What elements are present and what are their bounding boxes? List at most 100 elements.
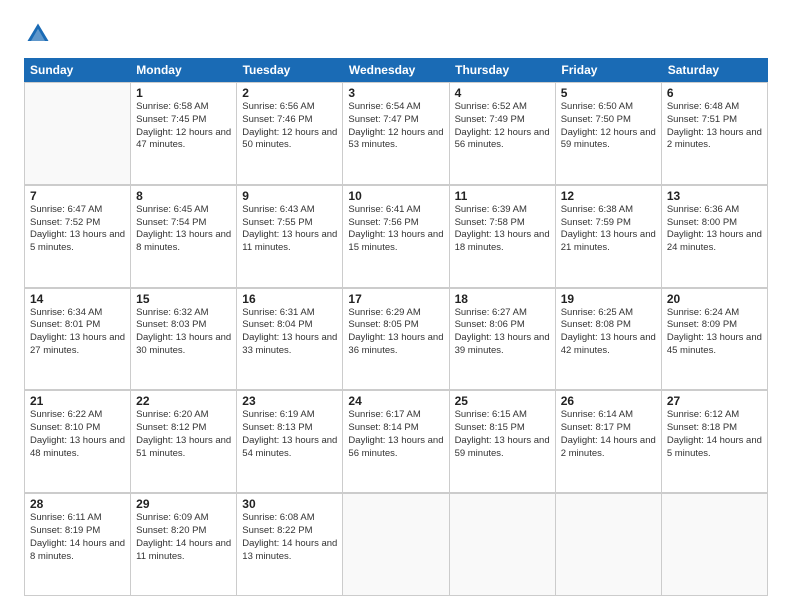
calendar-body: 1Sunrise: 6:58 AM Sunset: 7:45 PM Daylig… bbox=[24, 82, 768, 596]
day-number: 8 bbox=[136, 189, 231, 203]
calendar-cell: 16Sunrise: 6:31 AM Sunset: 8:04 PM Dayli… bbox=[237, 289, 343, 391]
day-info: Sunrise: 6:54 AM Sunset: 7:47 PM Dayligh… bbox=[348, 101, 443, 152]
day-info: Sunrise: 6:27 AM Sunset: 8:06 PM Dayligh… bbox=[455, 307, 550, 358]
day-info: Sunrise: 6:25 AM Sunset: 8:08 PM Dayligh… bbox=[561, 307, 656, 358]
calendar-header-cell: Saturday bbox=[662, 58, 768, 82]
calendar-cell: 13Sunrise: 6:36 AM Sunset: 8:00 PM Dayli… bbox=[662, 186, 768, 288]
calendar-cell bbox=[556, 494, 662, 596]
calendar-header-cell: Sunday bbox=[24, 58, 130, 82]
calendar-cell: 20Sunrise: 6:24 AM Sunset: 8:09 PM Dayli… bbox=[662, 289, 768, 391]
calendar-header-cell: Tuesday bbox=[237, 58, 343, 82]
calendar-cell: 2Sunrise: 6:56 AM Sunset: 7:46 PM Daylig… bbox=[237, 83, 343, 185]
day-info: Sunrise: 6:32 AM Sunset: 8:03 PM Dayligh… bbox=[136, 307, 231, 358]
day-number: 3 bbox=[348, 86, 443, 100]
calendar: SundayMondayTuesdayWednesdayThursdayFrid… bbox=[24, 58, 768, 596]
day-number: 20 bbox=[667, 292, 762, 306]
calendar-cell: 15Sunrise: 6:32 AM Sunset: 8:03 PM Dayli… bbox=[131, 289, 237, 391]
calendar-week: 7Sunrise: 6:47 AM Sunset: 7:52 PM Daylig… bbox=[24, 185, 768, 288]
day-number: 23 bbox=[242, 394, 337, 408]
day-info: Sunrise: 6:22 AM Sunset: 8:10 PM Dayligh… bbox=[30, 409, 125, 460]
logo-icon bbox=[24, 20, 52, 48]
calendar-cell: 14Sunrise: 6:34 AM Sunset: 8:01 PM Dayli… bbox=[25, 289, 131, 391]
calendar-cell: 8Sunrise: 6:45 AM Sunset: 7:54 PM Daylig… bbox=[131, 186, 237, 288]
day-number: 1 bbox=[136, 86, 231, 100]
calendar-cell: 17Sunrise: 6:29 AM Sunset: 8:05 PM Dayli… bbox=[343, 289, 449, 391]
day-number: 13 bbox=[667, 189, 762, 203]
day-info: Sunrise: 6:29 AM Sunset: 8:05 PM Dayligh… bbox=[348, 307, 443, 358]
calendar-cell: 6Sunrise: 6:48 AM Sunset: 7:51 PM Daylig… bbox=[662, 83, 768, 185]
day-number: 11 bbox=[455, 189, 550, 203]
calendar-cell: 1Sunrise: 6:58 AM Sunset: 7:45 PM Daylig… bbox=[131, 83, 237, 185]
day-info: Sunrise: 6:41 AM Sunset: 7:56 PM Dayligh… bbox=[348, 204, 443, 255]
calendar-cell: 19Sunrise: 6:25 AM Sunset: 8:08 PM Dayli… bbox=[556, 289, 662, 391]
day-info: Sunrise: 6:34 AM Sunset: 8:01 PM Dayligh… bbox=[30, 307, 125, 358]
calendar-cell bbox=[662, 494, 768, 596]
calendar-cell: 3Sunrise: 6:54 AM Sunset: 7:47 PM Daylig… bbox=[343, 83, 449, 185]
day-info: Sunrise: 6:39 AM Sunset: 7:58 PM Dayligh… bbox=[455, 204, 550, 255]
day-number: 30 bbox=[242, 497, 337, 511]
calendar-header: SundayMondayTuesdayWednesdayThursdayFrid… bbox=[24, 58, 768, 82]
calendar-cell: 26Sunrise: 6:14 AM Sunset: 8:17 PM Dayli… bbox=[556, 391, 662, 493]
day-info: Sunrise: 6:38 AM Sunset: 7:59 PM Dayligh… bbox=[561, 204, 656, 255]
calendar-cell: 27Sunrise: 6:12 AM Sunset: 8:18 PM Dayli… bbox=[662, 391, 768, 493]
day-info: Sunrise: 6:50 AM Sunset: 7:50 PM Dayligh… bbox=[561, 101, 656, 152]
day-number: 17 bbox=[348, 292, 443, 306]
calendar-header-cell: Friday bbox=[555, 58, 661, 82]
day-info: Sunrise: 6:24 AM Sunset: 8:09 PM Dayligh… bbox=[667, 307, 762, 358]
calendar-cell: 5Sunrise: 6:50 AM Sunset: 7:50 PM Daylig… bbox=[556, 83, 662, 185]
day-info: Sunrise: 6:58 AM Sunset: 7:45 PM Dayligh… bbox=[136, 101, 231, 152]
day-number: 24 bbox=[348, 394, 443, 408]
calendar-cell: 9Sunrise: 6:43 AM Sunset: 7:55 PM Daylig… bbox=[237, 186, 343, 288]
calendar-cell: 28Sunrise: 6:11 AM Sunset: 8:19 PM Dayli… bbox=[25, 494, 131, 596]
day-number: 12 bbox=[561, 189, 656, 203]
calendar-week: 28Sunrise: 6:11 AM Sunset: 8:19 PM Dayli… bbox=[24, 493, 768, 596]
day-info: Sunrise: 6:20 AM Sunset: 8:12 PM Dayligh… bbox=[136, 409, 231, 460]
day-number: 19 bbox=[561, 292, 656, 306]
calendar-cell: 10Sunrise: 6:41 AM Sunset: 7:56 PM Dayli… bbox=[343, 186, 449, 288]
calendar-cell: 12Sunrise: 6:38 AM Sunset: 7:59 PM Dayli… bbox=[556, 186, 662, 288]
calendar-week: 21Sunrise: 6:22 AM Sunset: 8:10 PM Dayli… bbox=[24, 390, 768, 493]
day-info: Sunrise: 6:31 AM Sunset: 8:04 PM Dayligh… bbox=[242, 307, 337, 358]
day-number: 14 bbox=[30, 292, 125, 306]
calendar-cell: 24Sunrise: 6:17 AM Sunset: 8:14 PM Dayli… bbox=[343, 391, 449, 493]
day-number: 16 bbox=[242, 292, 337, 306]
day-number: 9 bbox=[242, 189, 337, 203]
day-info: Sunrise: 6:19 AM Sunset: 8:13 PM Dayligh… bbox=[242, 409, 337, 460]
calendar-cell bbox=[450, 494, 556, 596]
day-number: 18 bbox=[455, 292, 550, 306]
calendar-week: 1Sunrise: 6:58 AM Sunset: 7:45 PM Daylig… bbox=[24, 82, 768, 185]
calendar-cell: 22Sunrise: 6:20 AM Sunset: 8:12 PM Dayli… bbox=[131, 391, 237, 493]
day-info: Sunrise: 6:17 AM Sunset: 8:14 PM Dayligh… bbox=[348, 409, 443, 460]
calendar-header-cell: Monday bbox=[130, 58, 236, 82]
calendar-header-cell: Thursday bbox=[449, 58, 555, 82]
day-number: 2 bbox=[242, 86, 337, 100]
day-number: 10 bbox=[348, 189, 443, 203]
day-number: 26 bbox=[561, 394, 656, 408]
day-number: 27 bbox=[667, 394, 762, 408]
day-number: 15 bbox=[136, 292, 231, 306]
day-number: 5 bbox=[561, 86, 656, 100]
day-number: 29 bbox=[136, 497, 231, 511]
day-info: Sunrise: 6:52 AM Sunset: 7:49 PM Dayligh… bbox=[455, 101, 550, 152]
day-number: 6 bbox=[667, 86, 762, 100]
calendar-cell: 11Sunrise: 6:39 AM Sunset: 7:58 PM Dayli… bbox=[450, 186, 556, 288]
calendar-cell: 4Sunrise: 6:52 AM Sunset: 7:49 PM Daylig… bbox=[450, 83, 556, 185]
calendar-cell bbox=[343, 494, 449, 596]
day-info: Sunrise: 6:48 AM Sunset: 7:51 PM Dayligh… bbox=[667, 101, 762, 152]
day-number: 4 bbox=[455, 86, 550, 100]
day-info: Sunrise: 6:15 AM Sunset: 8:15 PM Dayligh… bbox=[455, 409, 550, 460]
header bbox=[24, 20, 768, 48]
day-number: 21 bbox=[30, 394, 125, 408]
day-info: Sunrise: 6:45 AM Sunset: 7:54 PM Dayligh… bbox=[136, 204, 231, 255]
page: SundayMondayTuesdayWednesdayThursdayFrid… bbox=[0, 0, 792, 612]
calendar-header-cell: Wednesday bbox=[343, 58, 449, 82]
day-info: Sunrise: 6:43 AM Sunset: 7:55 PM Dayligh… bbox=[242, 204, 337, 255]
calendar-cell: 23Sunrise: 6:19 AM Sunset: 8:13 PM Dayli… bbox=[237, 391, 343, 493]
day-info: Sunrise: 6:09 AM Sunset: 8:20 PM Dayligh… bbox=[136, 512, 231, 563]
day-number: 28 bbox=[30, 497, 125, 511]
calendar-cell: 18Sunrise: 6:27 AM Sunset: 8:06 PM Dayli… bbox=[450, 289, 556, 391]
day-info: Sunrise: 6:14 AM Sunset: 8:17 PM Dayligh… bbox=[561, 409, 656, 460]
calendar-cell: 29Sunrise: 6:09 AM Sunset: 8:20 PM Dayli… bbox=[131, 494, 237, 596]
calendar-cell: 30Sunrise: 6:08 AM Sunset: 8:22 PM Dayli… bbox=[237, 494, 343, 596]
day-number: 22 bbox=[136, 394, 231, 408]
